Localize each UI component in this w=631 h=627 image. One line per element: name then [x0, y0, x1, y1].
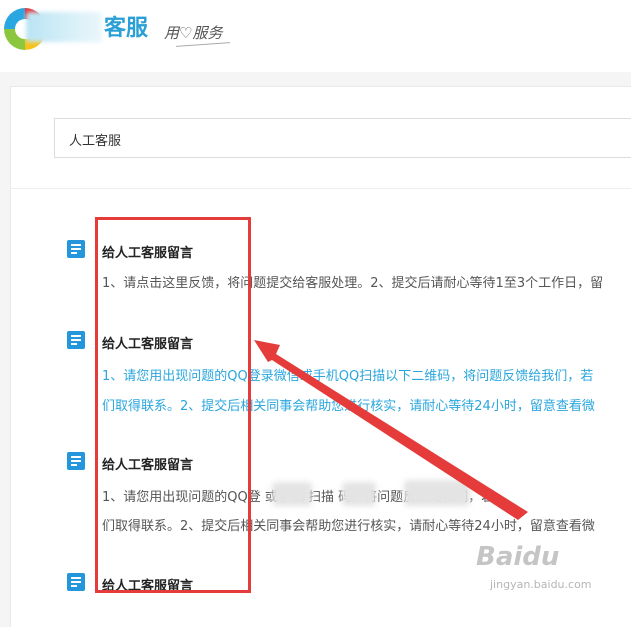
watermark-text: Baidu [476, 542, 560, 572]
annotation-arrow [254, 340, 528, 520]
watermark: Baidu jingyan.baidu.com [476, 534, 626, 594]
watermark-subtext: jingyan.baidu.com [490, 578, 592, 591]
